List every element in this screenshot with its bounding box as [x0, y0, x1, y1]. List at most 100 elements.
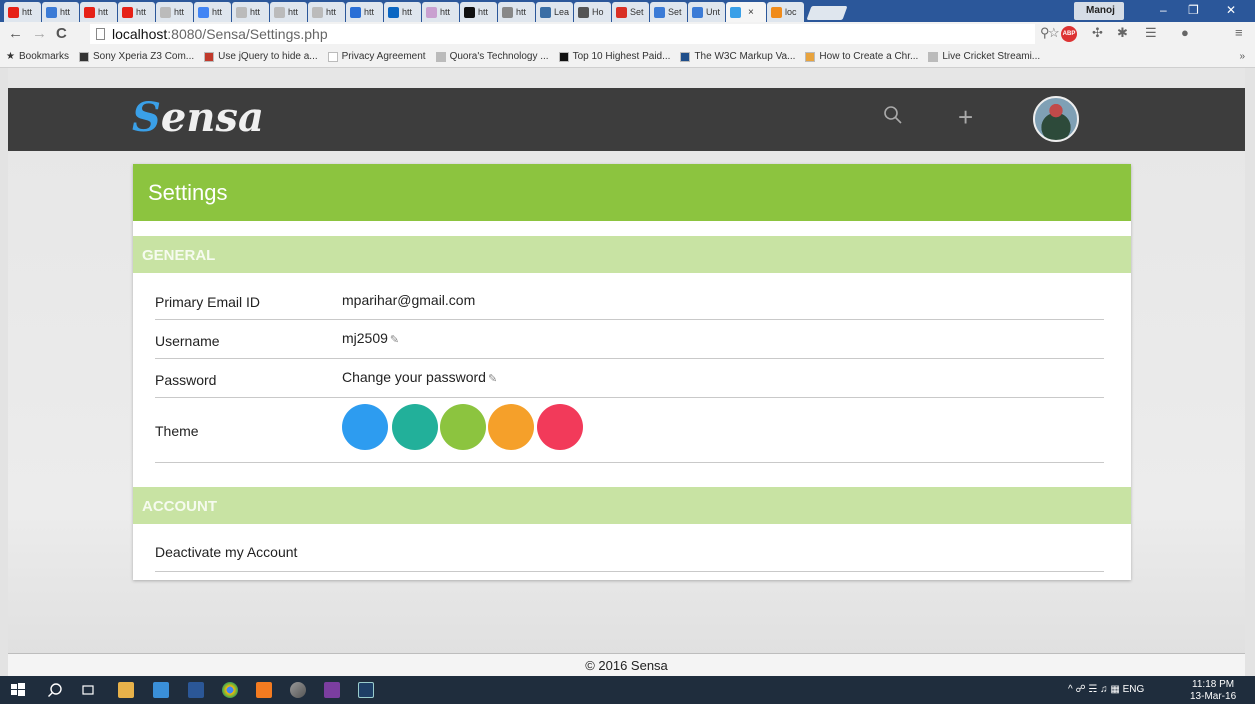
minimize-icon[interactable]: –: [1160, 3, 1167, 17]
xampp-icon[interactable]: [256, 682, 272, 698]
restore-icon[interactable]: ❐: [1188, 3, 1199, 17]
google-icon: [198, 6, 209, 18]
star-icon: ★: [6, 51, 15, 62]
bookmark-item[interactable]: How to Create a Chr...: [805, 51, 918, 62]
onenote-icon[interactable]: [324, 682, 340, 698]
language-indicator[interactable]: ENG: [1123, 684, 1145, 695]
browser-tab[interactable]: loc: [767, 2, 804, 22]
bookmark-item[interactable]: Top 10 Highest Paid...: [558, 51, 670, 62]
app-icon[interactable]: [358, 682, 374, 698]
star-icon[interactable]: ☆: [1048, 25, 1060, 41]
bookmark-item[interactable]: Use jQuery to hide a...: [204, 51, 318, 62]
scrollbar[interactable]: [1245, 68, 1255, 704]
bookmark-item[interactable]: Privacy Agreement: [327, 51, 426, 62]
media-player-icon[interactable]: [153, 682, 169, 698]
clock[interactable]: 11:18 PM 13-Mar-16: [1190, 679, 1236, 703]
browser-tab-strip: htt htt htt htt htt htt htt htt htt htt htt htt htt h…: [0, 0, 1255, 22]
app-icon[interactable]: [290, 682, 306, 698]
theme-swatch-teal[interactable]: [392, 404, 438, 450]
browser-tab[interactable]: htt: [118, 2, 155, 22]
browser-tab[interactable]: htt: [42, 2, 79, 22]
avatar[interactable]: [1033, 96, 1079, 142]
menu-icon[interactable]: ≡: [1235, 25, 1243, 40]
page-icon: [236, 6, 247, 18]
task-view-icon[interactable]: [80, 682, 96, 698]
browser-tab[interactable]: htt: [498, 2, 535, 22]
new-tab-button[interactable]: [806, 6, 848, 20]
add-icon[interactable]: +: [958, 102, 973, 133]
bookmark-label: Use jQuery to hide a...: [218, 51, 318, 62]
adblock-icon[interactable]: ABP: [1061, 26, 1077, 42]
browser-tab[interactable]: ×: [726, 2, 766, 22]
tab-label: htt: [98, 7, 109, 17]
image-icon: [540, 6, 551, 18]
browser-tab[interactable]: Lea: [536, 2, 573, 22]
deactivate-account-link[interactable]: Deactivate my Account: [155, 544, 297, 560]
bookmarks-label[interactable]: ★ Bookmarks: [6, 51, 69, 62]
circle-icon: [464, 6, 475, 18]
browser-tab[interactable]: htt: [270, 2, 307, 22]
browser-tab[interactable]: htt: [4, 2, 41, 22]
tab-label: Lea: [554, 7, 570, 17]
theme-swatch-red[interactable]: [537, 404, 583, 450]
browser-tab[interactable]: Ho: [574, 2, 611, 22]
back-icon[interactable]: ←: [8, 25, 23, 42]
file-explorer-icon[interactable]: [118, 682, 134, 698]
bookmark-item[interactable]: Live Cricket Streami...: [928, 51, 1040, 62]
browser-tab[interactable]: Set: [650, 2, 687, 22]
extension-icon[interactable]: ✣: [1092, 25, 1103, 41]
more-bookmarks-icon[interactable]: »: [1239, 51, 1245, 62]
chrome-icon[interactable]: [222, 682, 238, 698]
os-taskbar: ^ ☍ ☴ ♫ ▦ ENG 11:18 PM 13-Mar-16: [0, 676, 1255, 704]
bookmark-item[interactable]: Sony Xperia Z3 Com...: [78, 51, 194, 62]
browser-tab[interactable]: htt: [308, 2, 345, 22]
browser-tab[interactable]: Unt: [688, 2, 725, 22]
xampp-icon: [771, 6, 782, 18]
browser-tab[interactable]: htt: [460, 2, 497, 22]
infinity-icon: [350, 6, 361, 18]
forward-icon[interactable]: →: [32, 25, 47, 42]
youtube-icon: [122, 6, 133, 18]
sensa-logo[interactable]: Sensa: [132, 94, 264, 141]
search-icon[interactable]: [883, 105, 903, 127]
reload-icon[interactable]: C: [56, 25, 67, 42]
theme-swatch-green[interactable]: [440, 404, 486, 450]
theme-swatch-blue[interactable]: [342, 404, 388, 450]
word-icon[interactable]: [188, 682, 204, 698]
extension-icon[interactable]: ●: [1181, 25, 1189, 40]
search-icon[interactable]: [47, 682, 63, 698]
page-icon: [160, 6, 171, 18]
profile-name[interactable]: Manoj: [1074, 2, 1124, 20]
edit-icon[interactable]: ✎: [488, 373, 497, 385]
url-path: :8080/Sensa/Settings.php: [167, 26, 328, 42]
browser-tab[interactable]: htt: [232, 2, 269, 22]
edit-icon[interactable]: ✎: [390, 334, 399, 346]
tab-list: htt htt htt htt htt htt htt htt htt htt htt htt htt h…: [4, 2, 848, 22]
browser-tab[interactable]: htt: [422, 2, 459, 22]
browser-tab[interactable]: htt: [80, 2, 117, 22]
close-window-icon[interactable]: ✕: [1226, 3, 1236, 17]
system-tray[interactable]: ^ ☍ ☴ ♫ ▦ ENG: [1068, 684, 1144, 695]
close-tab-icon[interactable]: ×: [748, 7, 754, 18]
windows-start-icon[interactable]: [10, 682, 26, 698]
browser-tab[interactable]: Set: [612, 2, 649, 22]
username-field[interactable]: mj2509 ✎: [342, 330, 399, 346]
browser-tab[interactable]: htt: [346, 2, 383, 22]
address-bar[interactable]: localhost:8080/Sensa/Settings.php: [90, 24, 1035, 44]
browser-tab[interactable]: htt: [194, 2, 231, 22]
bookmark-favicon-icon: [928, 51, 939, 62]
divider: [155, 319, 1104, 320]
browser-tab[interactable]: htt: [156, 2, 193, 22]
bookmark-item[interactable]: The W3C Markup Va...: [680, 51, 795, 62]
sensa-icon: [730, 6, 741, 18]
browser-tab[interactable]: htt: [384, 2, 421, 22]
bookmark-item[interactable]: Quora's Technology ...: [435, 51, 549, 62]
tab-label: htt: [22, 7, 33, 17]
puzzle-icon[interactable]: ✱: [1117, 25, 1128, 41]
theme-swatch-orange[interactable]: [488, 404, 534, 450]
tab-label: htt: [60, 7, 71, 17]
change-password-link[interactable]: Change your password ✎: [342, 369, 497, 385]
tab-label: htt: [136, 7, 147, 17]
extension-icon[interactable]: ☰: [1145, 25, 1157, 41]
tab-label: htt: [288, 7, 299, 17]
